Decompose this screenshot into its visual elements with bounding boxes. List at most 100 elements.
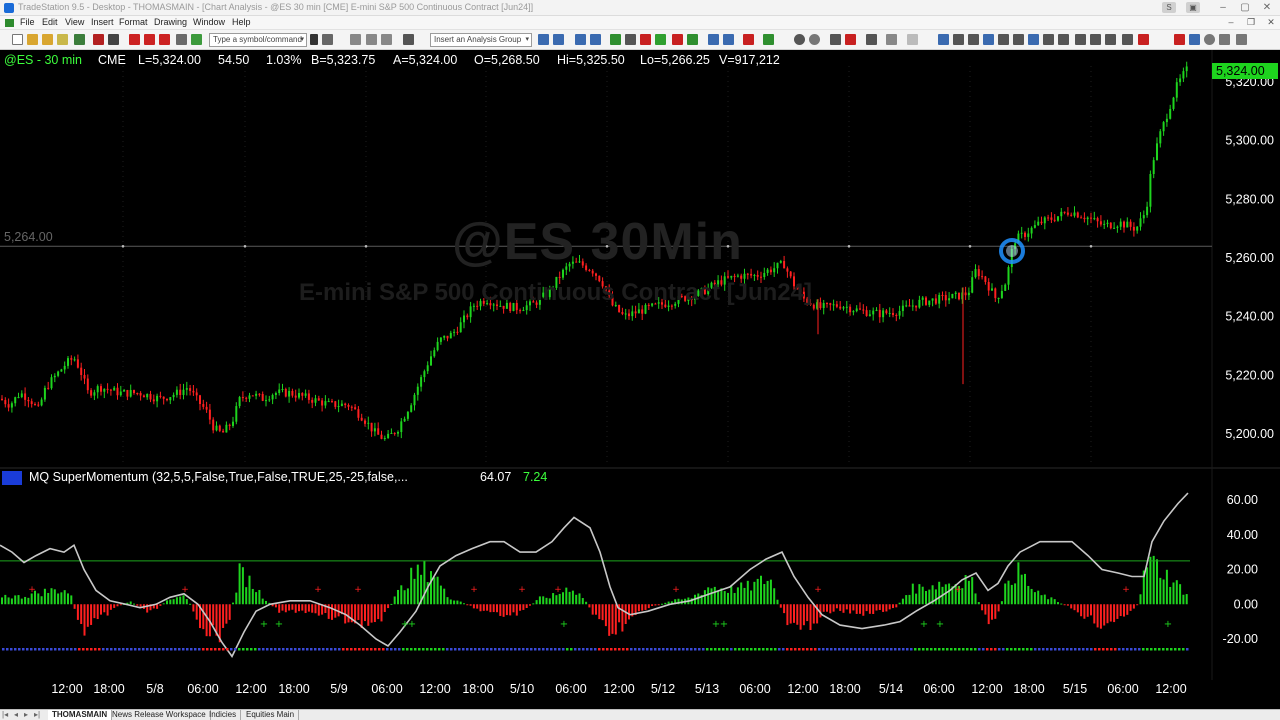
chart-canvas[interactable]: + + ++ + + + + + ++ + + + + + + + + + + 5,320.005,300.005,…	[0, 50, 1280, 710]
tab-thomasmain[interactable]: THOMASMAIN	[48, 710, 113, 720]
cut-icon[interactable]	[129, 34, 140, 45]
crosshair-icon[interactable]	[845, 34, 856, 45]
menu-window[interactable]: Window	[193, 17, 225, 27]
tab-equities-main[interactable]: Equities Main	[242, 710, 300, 720]
menu-format[interactable]: Format	[119, 17, 148, 27]
arrow-left-right-icon[interactable]	[1075, 34, 1086, 45]
chevron-down-icon[interactable]: ▾	[525, 34, 529, 46]
layout-icon[interactable]	[350, 34, 361, 45]
menu-insert[interactable]: Insert	[91, 17, 114, 27]
arc-icon[interactable]	[1122, 34, 1133, 45]
down-arrow-icon[interactable]	[1174, 34, 1185, 45]
next-tab-icon[interactable]: ▸	[24, 710, 28, 719]
line-chart-icon[interactable]	[640, 34, 651, 45]
analysis-group-input[interactable]: Insert an Analysis Group ▾	[430, 33, 532, 47]
pointer-icon[interactable]	[830, 34, 841, 45]
color-icon[interactable]	[672, 34, 683, 45]
zoom-out-icon[interactable]	[809, 34, 820, 45]
maximize-button[interactable]: ▢	[1236, 1, 1254, 14]
link-icon[interactable]: S	[1162, 2, 1176, 13]
volume-icon[interactable]	[687, 34, 698, 45]
go-icon[interactable]	[310, 34, 318, 45]
candle-icon[interactable]	[625, 34, 636, 45]
tab-news-release-workspace[interactable]: News Release Workspace	[108, 710, 211, 720]
indicator-color-swatch[interactable]	[2, 471, 22, 485]
ellipse-icon[interactable]	[1204, 34, 1215, 45]
paste-icon[interactable]	[159, 34, 170, 45]
signal-dot	[986, 648, 989, 651]
hline-icon[interactable]	[953, 34, 964, 45]
first-tab-icon[interactable]: |◂	[2, 710, 8, 719]
arrow-up-down-icon[interactable]	[1090, 34, 1101, 45]
symbol-command-input[interactable]: Type a symbol/command ▾	[209, 33, 307, 47]
print-icon[interactable]	[93, 34, 104, 45]
rectangle-icon[interactable]	[1219, 34, 1230, 45]
delete-drawing-icon[interactable]	[866, 34, 877, 45]
new-icon[interactable]	[12, 34, 23, 45]
close-button[interactable]: ✕	[1258, 1, 1276, 14]
zoom-in-icon[interactable]	[794, 34, 805, 45]
tools-icon[interactable]	[403, 34, 414, 45]
save-desktop-icon[interactable]	[74, 34, 85, 45]
child-minimize-button[interactable]: –	[1224, 17, 1238, 29]
scroll-icon[interactable]	[590, 34, 601, 45]
menu-view[interactable]: View	[65, 17, 84, 27]
menu-drawing[interactable]: Drawing	[154, 17, 187, 27]
histogram-bar	[641, 604, 644, 611]
minimize-button[interactable]: –	[1214, 1, 1232, 14]
save-icon[interactable]	[57, 34, 68, 45]
brush-icon[interactable]	[1138, 34, 1149, 45]
print-preview-icon[interactable]	[108, 34, 119, 45]
style-icon[interactable]	[655, 34, 666, 45]
fib-icon[interactable]	[998, 34, 1009, 45]
watermark-symbol: @ES 30Min	[452, 213, 743, 271]
tab-indicies[interactable]: Indicies	[205, 710, 242, 720]
lock-icon[interactable]	[907, 34, 918, 45]
vline-icon[interactable]	[968, 34, 979, 45]
open-desktop-icon[interactable]	[42, 34, 53, 45]
child-restore-button[interactable]: ❐	[1244, 17, 1258, 29]
text-icon[interactable]	[1236, 34, 1247, 45]
undo-icon[interactable]	[176, 34, 187, 45]
pen-icon[interactable]	[1105, 34, 1116, 45]
last-tab-icon[interactable]: ▸|	[34, 710, 40, 719]
refresh-icon[interactable]	[886, 34, 897, 45]
signal-dot	[46, 648, 49, 651]
data-window-icon[interactable]	[708, 34, 719, 45]
indicator-name[interactable]: MQ SuperMomentum (32,5,5,False,True,Fals…	[29, 470, 408, 484]
chart-area[interactable]: + + + + + + + + + + + + + + + + + + + + + 5,320.00 5,300.00 5,…	[0, 50, 1280, 710]
symbol-link-icon[interactable]	[575, 34, 586, 45]
child-close-button[interactable]: ✕	[1264, 17, 1278, 29]
prev-tab-icon[interactable]: ◂	[14, 710, 18, 719]
format-icon[interactable]	[191, 34, 202, 45]
indicator-icon[interactable]	[538, 34, 549, 45]
gann-icon[interactable]	[1013, 34, 1024, 45]
tradebar-icon[interactable]	[763, 34, 774, 45]
grid-icon[interactable]	[366, 34, 377, 45]
menu-file[interactable]: File	[20, 17, 35, 27]
menu-help[interactable]: Help	[232, 17, 251, 27]
chevron-down-icon[interactable]: ▾	[300, 34, 304, 46]
price-bar-body	[832, 304, 835, 306]
signal-dot	[94, 648, 97, 651]
open-icon[interactable]	[27, 34, 38, 45]
andrews-icon[interactable]	[1028, 34, 1039, 45]
speed-lines-icon[interactable]	[1058, 34, 1069, 45]
table-icon[interactable]	[381, 34, 392, 45]
symbol-label[interactable]: @ES - 30 min	[4, 53, 82, 67]
strategy-icon[interactable]	[553, 34, 564, 45]
matrix-icon[interactable]	[743, 34, 754, 45]
price-bar-body	[278, 389, 281, 394]
channel-icon[interactable]	[983, 34, 994, 45]
expand-icon[interactable]	[723, 34, 734, 45]
account-icon[interactable]: ▣	[1186, 2, 1200, 13]
trendline-icon[interactable]	[938, 34, 949, 45]
search-icon[interactable]	[322, 34, 333, 45]
regression-icon[interactable]	[1043, 34, 1054, 45]
bar-chart-icon[interactable]	[610, 34, 621, 45]
signal-dot	[254, 648, 257, 651]
copy-icon[interactable]	[144, 34, 155, 45]
up-arrow-icon[interactable]	[1189, 34, 1200, 45]
menu-edit[interactable]: Edit	[42, 17, 58, 27]
histogram-bar	[509, 604, 512, 616]
